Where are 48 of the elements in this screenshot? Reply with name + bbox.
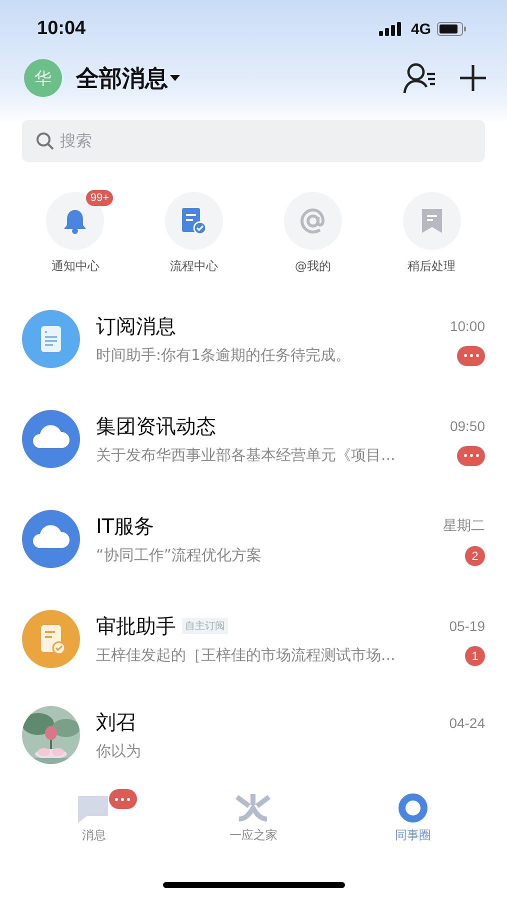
message-preview: 关于发布华西事业部各基本经营单元《项目... [96, 446, 396, 465]
conversation-name[interactable]: 刘召 [96, 709, 136, 736]
unread-badge: 2 [465, 546, 485, 566]
at-sign-icon [298, 207, 327, 235]
bookmark-icon [420, 208, 443, 234]
caret-icon[interactable] [170, 75, 180, 81]
bell-icon [63, 208, 88, 234]
unread-badge: 1 [465, 646, 485, 666]
status-time: 10:04 [37, 18, 86, 40]
conversation-name[interactable]: 审批助手 [96, 612, 176, 640]
network-label: 4G [410, 20, 431, 38]
shortcut-label[interactable]: 通知中心 [51, 258, 100, 275]
message-preview: 时间助手:你有1条逾期的任务待完成。 [96, 346, 351, 365]
message-preview: 王梓佳发起的［王梓佳的市场流程测试市场... [96, 646, 396, 665]
page-title[interactable]: 全部消息 [76, 62, 168, 94]
unread-badge [457, 446, 485, 466]
shortcut-label[interactable]: @我的 [294, 258, 331, 275]
message-preview: “协同工作”流程优化方案 [96, 546, 262, 565]
message-preview: 你以为 [96, 742, 141, 761]
search-placeholder: 搜索 [60, 130, 92, 152]
tab-button[interactable]: 消息 [76, 789, 111, 848]
unread-badge: 99+ [86, 190, 114, 206]
cloud-avatar-icon [22, 410, 80, 468]
conversation-time: 10:00 [450, 318, 485, 334]
document-avatar-icon [22, 310, 80, 368]
shortcut-label[interactable]: 流程中心 [170, 258, 218, 275]
battery-icon [437, 22, 467, 36]
document-check-icon [181, 207, 208, 235]
conversation-time: 星期二 [443, 517, 485, 535]
conversation-time: 05-19 [449, 618, 485, 634]
conversation-name[interactable]: 订阅消息 [96, 312, 176, 340]
conversation-time: 04-24 [449, 714, 485, 730]
conversation-name[interactable]: 集团资讯动态 [96, 412, 216, 440]
contacts-icon[interactable] [403, 62, 437, 94]
subscription-tag: 自主订阅 [182, 618, 228, 634]
add-icon[interactable] [459, 64, 487, 92]
unread-badge [108, 789, 137, 809]
conversation-name[interactable]: IT服务 [96, 512, 154, 540]
cloud-avatar-icon [22, 510, 80, 568]
conversation-time: 09:50 [450, 418, 485, 434]
chat-icon [76, 793, 111, 823]
shortcut-label[interactable]: 稍后处理 [408, 258, 456, 275]
unread-badge [457, 346, 485, 366]
document-check-avatar-icon [22, 610, 80, 668]
asterisk-logo-icon [235, 793, 272, 823]
search-icon [36, 132, 54, 150]
ring-icon [398, 793, 428, 823]
tab-button[interactable]: 一应之家 [229, 789, 278, 848]
